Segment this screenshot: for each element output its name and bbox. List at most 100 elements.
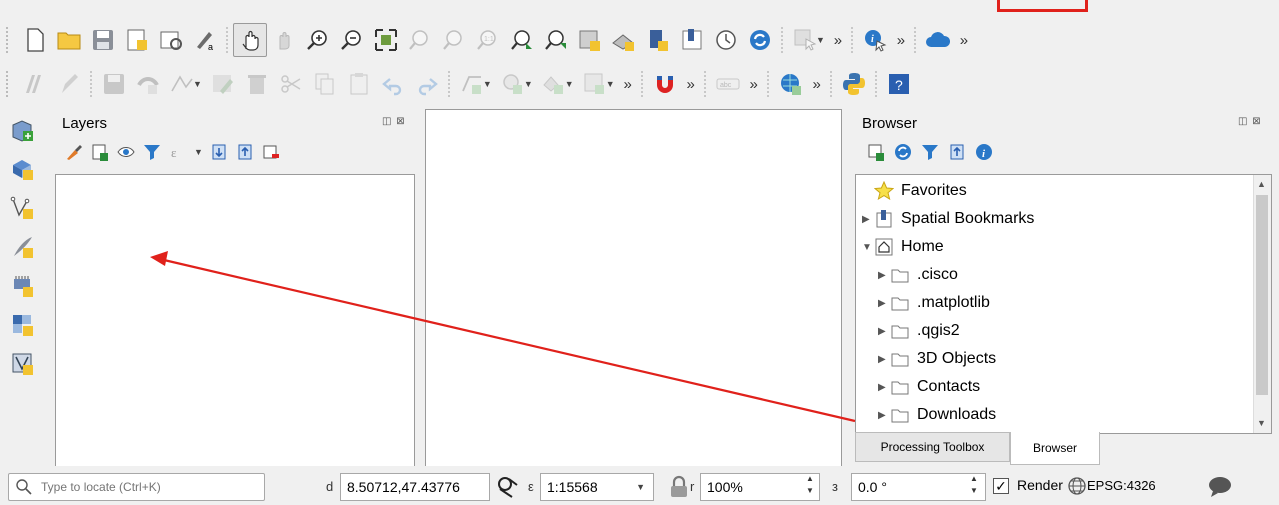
zoom-in-button[interactable] bbox=[301, 23, 335, 57]
add-raster-layer-button[interactable] bbox=[6, 308, 40, 342]
tree-item-folder[interactable]: ▶ Downloads bbox=[878, 401, 996, 429]
current-edits-button[interactable] bbox=[18, 67, 52, 101]
new-map-view-button[interactable] bbox=[573, 23, 607, 57]
show-bookmarks-button[interactable] bbox=[675, 23, 709, 57]
toolbar-overflow-chevron[interactable]: » bbox=[892, 32, 910, 49]
tree-item-home[interactable]: ▼ Home bbox=[862, 233, 944, 261]
new-project-button[interactable] bbox=[18, 23, 52, 57]
collapse-all-icon[interactable] bbox=[235, 142, 255, 162]
globe-button[interactable] bbox=[774, 67, 808, 101]
zoom-to-layer-button[interactable] bbox=[437, 23, 471, 57]
dropdown-arrow[interactable]: ▼ bbox=[194, 147, 203, 162]
print-layout-button[interactable] bbox=[120, 23, 154, 57]
magnifier-spinner[interactable]: ▲ ▼ bbox=[802, 473, 818, 501]
zoom-out-button[interactable] bbox=[335, 23, 369, 57]
locator-search[interactable] bbox=[8, 473, 265, 501]
expand-arrow-icon[interactable]: ▶ bbox=[878, 382, 890, 393]
toolbar-overflow-chevron[interactable]: » bbox=[619, 76, 637, 93]
label-tool-button[interactable]: abc bbox=[711, 67, 745, 101]
toggle-editing-button[interactable] bbox=[52, 67, 86, 101]
messages-icon[interactable] bbox=[1207, 475, 1233, 499]
toolbar-overflow-chevron[interactable]: » bbox=[745, 76, 763, 93]
scroll-down-arrow[interactable]: ▼ bbox=[1257, 418, 1266, 428]
new-3d-view-button[interactable] bbox=[607, 23, 641, 57]
zoom-next-button[interactable] bbox=[539, 23, 573, 57]
select-by-value-button[interactable] bbox=[537, 67, 571, 101]
map-canvas[interactable] bbox=[425, 109, 842, 496]
tab-browser[interactable]: Browser bbox=[1010, 432, 1100, 465]
zoom-last-button[interactable] bbox=[505, 23, 539, 57]
expand-arrow-icon[interactable]: ▶ bbox=[878, 410, 890, 421]
new-spatialite-layer-button[interactable] bbox=[6, 269, 40, 303]
browser-scrollbar[interactable]: ▲ ▼ bbox=[1253, 175, 1271, 433]
browser-panel-float-close-icon[interactable]: ◫ ⊠ bbox=[1238, 116, 1262, 127]
save-project-button[interactable] bbox=[86, 23, 120, 57]
expand-all-icon[interactable] bbox=[209, 142, 229, 162]
scrollbar-thumb[interactable] bbox=[1256, 195, 1268, 395]
cloud-button[interactable] bbox=[921, 23, 955, 57]
zoom-to-selection-button[interactable] bbox=[403, 23, 437, 57]
help-button[interactable]: ? bbox=[882, 67, 916, 101]
rotation-spinner[interactable]: ▲ ▼ bbox=[966, 473, 982, 501]
tree-item-folder[interactable]: ▶ 3D Objects bbox=[878, 345, 996, 373]
filter-by-expression-icon[interactable]: ε bbox=[168, 142, 188, 162]
layers-panel-float-close-icon[interactable]: ◫ ⊠ bbox=[382, 116, 406, 127]
identify-button[interactable]: i bbox=[858, 23, 892, 57]
locator-input[interactable] bbox=[39, 479, 258, 495]
manage-visibility-icon[interactable] bbox=[116, 142, 136, 162]
tree-item-favorites[interactable]: Favorites bbox=[862, 177, 967, 205]
collapse-arrow-icon[interactable]: ▼ bbox=[862, 242, 874, 253]
scroll-up-arrow[interactable]: ▲ bbox=[1257, 179, 1266, 189]
redo-button[interactable] bbox=[410, 67, 444, 101]
new-shapefile-layer-button[interactable] bbox=[6, 230, 40, 264]
tree-item-folder[interactable]: ▶ Contacts bbox=[878, 373, 980, 401]
open-layer-styling-icon[interactable] bbox=[64, 142, 84, 162]
tab-processing-toolbox[interactable]: Processing Toolbox bbox=[855, 432, 1010, 462]
undo-button[interactable] bbox=[376, 67, 410, 101]
toggle-extents-icon[interactable] bbox=[496, 475, 520, 499]
digitize-button[interactable] bbox=[131, 67, 165, 101]
temporal-controller-button[interactable] bbox=[709, 23, 743, 57]
vertex-tool-button[interactable] bbox=[165, 67, 199, 101]
browser-tree[interactable]: Favorites ▶ Spatial Bookmarks ▼ Home ▶ .… bbox=[855, 174, 1272, 434]
refresh-icon[interactable] bbox=[893, 142, 913, 162]
add-group-icon[interactable] bbox=[90, 142, 110, 162]
deselect-button[interactable] bbox=[578, 67, 612, 101]
python-console-button[interactable] bbox=[837, 67, 871, 101]
toolbar-overflow-chevron[interactable]: » bbox=[955, 32, 973, 49]
copy-features-button[interactable] bbox=[308, 67, 342, 101]
globe-crs-icon[interactable] bbox=[1067, 476, 1087, 496]
add-vector-layer-button[interactable] bbox=[6, 191, 40, 225]
toolbar-overflow-chevron[interactable]: » bbox=[829, 32, 847, 49]
digitize-shape-button[interactable] bbox=[455, 67, 489, 101]
render-checkbox[interactable]: ✓ bbox=[993, 478, 1009, 494]
new-geopackage-layer-button[interactable] bbox=[6, 152, 40, 186]
zoom-native-button[interactable]: 1:1 bbox=[471, 23, 505, 57]
expand-arrow-icon[interactable]: ▶ bbox=[878, 354, 890, 365]
add-selected-icon[interactable] bbox=[866, 142, 886, 162]
tree-item-folder[interactable]: ▶ .qgis2 bbox=[878, 317, 960, 345]
cut-features-button[interactable] bbox=[274, 67, 308, 101]
new-bookmark-button[interactable] bbox=[641, 23, 675, 57]
toolbar-overflow-chevron[interactable]: » bbox=[808, 76, 826, 93]
data-source-manager-button[interactable] bbox=[6, 113, 40, 147]
scale-combobox[interactable]: 1:15568 ▼ bbox=[540, 473, 654, 501]
save-edits-button[interactable] bbox=[97, 67, 131, 101]
pan-to-selection-button[interactable] bbox=[267, 23, 301, 57]
paste-features-button[interactable] bbox=[342, 67, 376, 101]
toolbar-overflow-chevron[interactable]: » bbox=[682, 76, 700, 93]
filter-icon[interactable] bbox=[920, 142, 940, 162]
modify-attributes-button[interactable] bbox=[206, 67, 240, 101]
properties-icon[interactable]: i bbox=[974, 142, 994, 162]
select-features-button[interactable] bbox=[788, 23, 822, 57]
toolbar-grip[interactable] bbox=[6, 27, 14, 53]
open-project-button[interactable] bbox=[52, 23, 86, 57]
expand-arrow-icon[interactable]: ▶ bbox=[862, 214, 874, 225]
filter-legend-icon[interactable] bbox=[142, 142, 162, 162]
new-virtual-layer-button[interactable] bbox=[6, 347, 40, 381]
refresh-button[interactable] bbox=[743, 23, 777, 57]
chevron-down-icon[interactable]: ▼ bbox=[636, 482, 645, 492]
expand-arrow-icon[interactable]: ▶ bbox=[878, 298, 890, 309]
toolbar-grip[interactable] bbox=[6, 71, 14, 97]
layout-manager-button[interactable] bbox=[154, 23, 188, 57]
